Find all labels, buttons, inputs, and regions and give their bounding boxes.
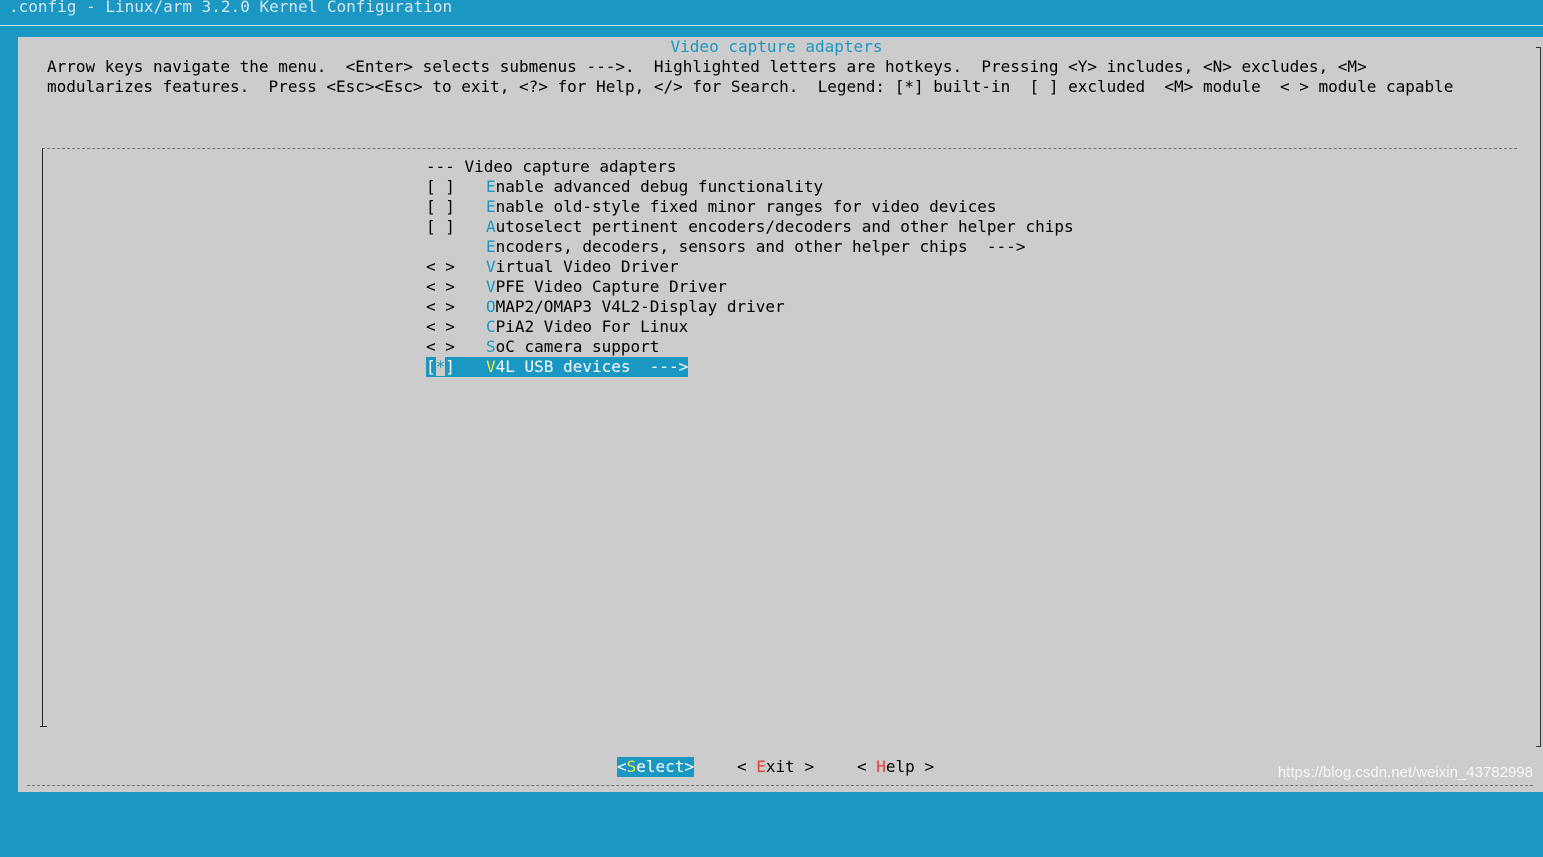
bracket-open: [ <box>426 357 436 376</box>
label-text: utoselect pertinent encoders/decoders an… <box>495 217 1074 236</box>
select-button[interactable]: <Select> <box>617 757 695 777</box>
hotkey-letter: O <box>486 297 496 316</box>
menu-item-label: Virtual Video Driver <box>486 257 679 277</box>
menu-item-minor-ranges[interactable]: [ ] Enable old-style fixed minor ranges … <box>426 197 997 217</box>
help-hotkey: H <box>876 757 886 776</box>
menu-item-label: Encoders, decoders, sensors and other he… <box>486 237 1025 257</box>
checkbox-mark[interactable]: [ ] <box>426 177 466 197</box>
menu-item-label: Enable advanced debug functionality <box>486 177 823 197</box>
menu-item-label: CPiA2 Video For Linux <box>486 317 688 337</box>
label-text: nable advanced debug functionality <box>495 177 824 196</box>
menu-item-label: OMAP2/OMAP3 V4L2-Display driver <box>486 297 785 317</box>
menu-item-label: SoC camera support <box>486 337 659 357</box>
exit-rest: xit <box>765 757 795 776</box>
module-mark[interactable]: < > <box>426 297 466 317</box>
menu-item-soc-camera[interactable]: < > SoC camera support <box>426 337 659 357</box>
module-mark[interactable]: < > <box>426 317 466 337</box>
hotkey-letter: A <box>486 217 496 236</box>
select-close: > <box>684 757 695 776</box>
dialog-right-nub-top <box>1536 47 1541 48</box>
label-text: irtual Video Driver <box>495 257 679 276</box>
menu-item-omap-display[interactable]: < > OMAP2/OMAP3 V4L2-Display driver <box>426 297 785 317</box>
config-dialog: Video capture adapters Arrow keys naviga… <box>18 37 1543 792</box>
exit-button[interactable]: < Exit > <box>737 757 814 777</box>
hotkey-letter: E <box>486 237 496 256</box>
menu-item-label: Enable old-style fixed minor ranges for … <box>486 197 997 217</box>
menu-item-autoselect[interactable]: [ ] Autoselect pertinent encoders/decode… <box>426 217 1074 237</box>
checkbox-mark[interactable]: [ ] <box>426 197 466 217</box>
menu-item-cpia2[interactable]: < > CPiA2 Video For Linux <box>426 317 688 337</box>
menu-item-encoders-submenu[interactable]: Encoders, decoders, sensors and other he… <box>426 237 1025 257</box>
hotkey-letter: V <box>486 357 496 376</box>
help-open: < <box>857 757 877 776</box>
module-mark[interactable]: < > <box>426 257 466 277</box>
title-separator <box>0 25 1543 26</box>
label-text: PFE Video Capture Driver <box>495 277 727 296</box>
module-mark[interactable]: < > <box>426 277 466 297</box>
select-open: < <box>617 757 627 776</box>
menu-item-v4l-usb-selected[interactable]: [*] V4L USB devices ---> <box>426 357 689 377</box>
hotkey-letter: V <box>486 257 496 276</box>
label-text: 4L USB devices ---> <box>495 357 689 376</box>
watermark-text: https://blog.csdn.net/weixin_43782998 <box>1277 764 1533 781</box>
label-text: PiA2 Video For Linux <box>495 317 689 336</box>
menu-item-debug[interactable]: [ ] Enable advanced debug functionality <box>426 177 823 197</box>
menu-item-label: VPFE Video Capture Driver <box>486 277 727 297</box>
dialog-right-edge <box>1540 47 1541 747</box>
help-text-line-2: modularizes features. Press <Esc><Esc> t… <box>47 77 1454 96</box>
menu-item-vpfe[interactable]: < > VPFE Video Capture Driver <box>426 277 727 297</box>
help-button[interactable]: < Help > <box>857 757 934 777</box>
terminal-title: .config - Linux/arm 3.2.0 Kernel Configu… <box>9 0 453 16</box>
select-hotkey: S <box>626 757 637 776</box>
menu-list: --- Video capture adapters [ ] Enable ad… <box>426 157 1074 377</box>
checkbox-mark[interactable]: [ ] <box>426 217 466 237</box>
button-row: <Select> < Exit > < Help > <box>18 757 934 777</box>
label-text: ncoders, decoders, sensors and other hel… <box>495 237 1026 256</box>
select-rest: elect <box>636 757 685 776</box>
help-close: > <box>914 757 935 776</box>
exit-close: > <box>794 757 815 776</box>
help-rest: elp <box>885 757 915 776</box>
menu-header-label: --- Video capture adapters <box>426 157 677 176</box>
menu-item-virtual-video[interactable]: < > Virtual Video Driver <box>426 257 679 277</box>
menu-header: --- Video capture adapters <box>426 157 676 177</box>
dialog-title: Video capture adapters <box>670 37 883 56</box>
hotkey-letter: V <box>486 277 496 296</box>
help-text-line-1: Arrow keys navigate the menu. <Enter> se… <box>47 57 1367 76</box>
bracket-close: ] <box>445 357 455 376</box>
label-text: MAP2/OMAP3 V4L2-Display driver <box>495 297 785 316</box>
dialog-right-nub-bottom <box>1536 746 1541 747</box>
bottom-separator <box>27 785 1533 786</box>
menu-item-label: Autoselect pertinent encoders/decoders a… <box>486 217 1074 237</box>
menu-item-label: V4L USB devices ---> <box>486 357 689 377</box>
exit-open: < <box>737 757 757 776</box>
exit-hotkey: E <box>756 757 766 776</box>
text-cursor: * <box>435 357 446 376</box>
hotkey-letter: C <box>486 317 496 336</box>
hotkey-letter: S <box>486 337 496 356</box>
menu-box-corner <box>40 726 47 727</box>
hotkey-letter: E <box>486 197 496 216</box>
hotkey-letter: E <box>486 177 496 196</box>
module-mark[interactable]: < > <box>426 337 466 357</box>
checkbox-mark-selected[interactable]: [*] <box>426 357 486 377</box>
label-text: oC camera support <box>495 337 660 356</box>
label-text: nable old-style fixed minor ranges for v… <box>495 197 997 216</box>
